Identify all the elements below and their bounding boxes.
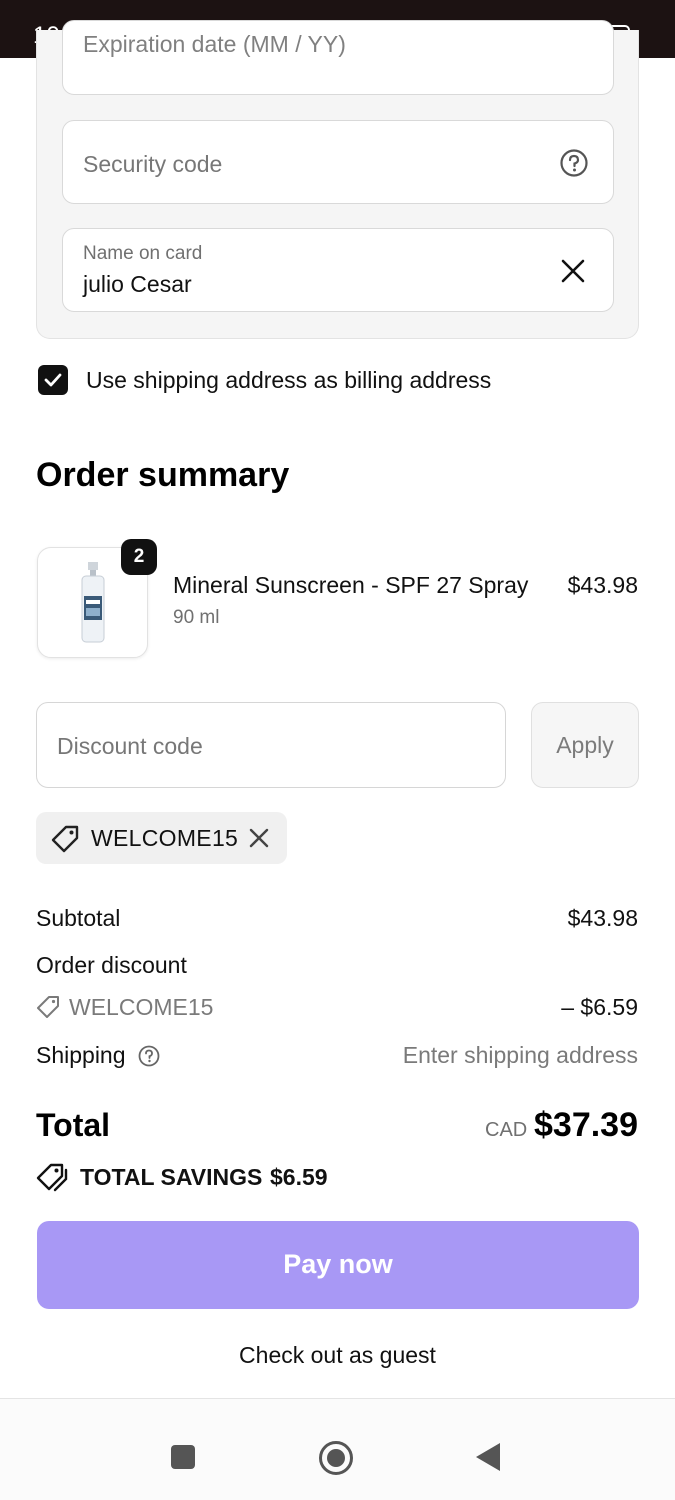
total-value: $37.39 — [534, 1106, 638, 1144]
tag-icon — [37, 996, 59, 1018]
tag-icon — [51, 825, 79, 853]
order-discount-label: Order discount — [36, 952, 187, 978]
applied-discount-code: WELCOME15 — [91, 825, 239, 851]
discount-value: – $6.59 — [561, 994, 638, 1020]
discount-code-placeholder: Discount code — [57, 733, 203, 759]
name-on-card-value: julio Cesar — [83, 271, 192, 297]
billing-address-label[interactable]: Use shipping address as billing address — [86, 367, 491, 394]
discount-code-input[interactable]: Discount code — [36, 702, 506, 788]
total-currency: CAD — [485, 1119, 528, 1141]
check-icon — [44, 373, 62, 387]
shipping-value: Enter shipping address — [402, 1042, 638, 1068]
savings-tags-icon — [36, 1163, 68, 1192]
nav-recent-icon[interactable] — [171, 1445, 195, 1469]
product-variant: 90 ml — [173, 607, 220, 628]
total-label: Total — [36, 1107, 111, 1143]
clear-icon[interactable] — [559, 257, 587, 285]
subtotal-label: Subtotal — [36, 905, 121, 931]
expiration-date-placeholder: Expiration date (MM / YY) — [83, 31, 346, 57]
product-price: $43.98 — [567, 572, 638, 598]
name-on-card-field[interactable]: Name on card julio Cesar — [62, 228, 614, 312]
help-icon[interactable] — [559, 148, 589, 178]
spray-bottle-icon — [81, 562, 105, 643]
shipping-label: Shipping — [36, 1042, 126, 1068]
applied-discount-chip: WELCOME15 — [36, 812, 287, 864]
nav-back-icon[interactable] — [474, 1441, 502, 1473]
total-savings-value: $6.59 — [270, 1164, 328, 1190]
security-code-placeholder: Security code — [83, 151, 223, 177]
nav-home-icon[interactable] — [318, 1440, 354, 1476]
close-icon[interactable] — [248, 827, 270, 849]
system-nav-bar — [0, 1399, 675, 1500]
order-summary-title: Order summary — [36, 456, 290, 494]
billing-address-checkbox[interactable] — [38, 365, 68, 395]
expiration-date-field[interactable]: Expiration date (MM / YY) — [62, 20, 614, 95]
quantity-badge: 2 — [121, 539, 157, 575]
help-icon[interactable] — [138, 1045, 160, 1067]
name-on-card-label: Name on card — [83, 243, 203, 264]
product-name: Mineral Sunscreen - SPF 27 Spray — [173, 572, 529, 598]
checkout-as-guest-link[interactable]: Check out as guest — [0, 1342, 675, 1369]
subtotal-value: $43.98 — [567, 905, 638, 931]
pay-now-button[interactable]: Pay now — [37, 1221, 639, 1309]
total-savings-label: TOTAL SAVINGS — [80, 1164, 263, 1190]
card-form-panel: Expiration date (MM / YY) Security code … — [36, 20, 639, 339]
apply-button[interactable]: Apply — [531, 702, 639, 788]
security-code-field[interactable]: Security code — [62, 120, 614, 204]
discount-code-row: WELCOME15 — [69, 994, 214, 1020]
